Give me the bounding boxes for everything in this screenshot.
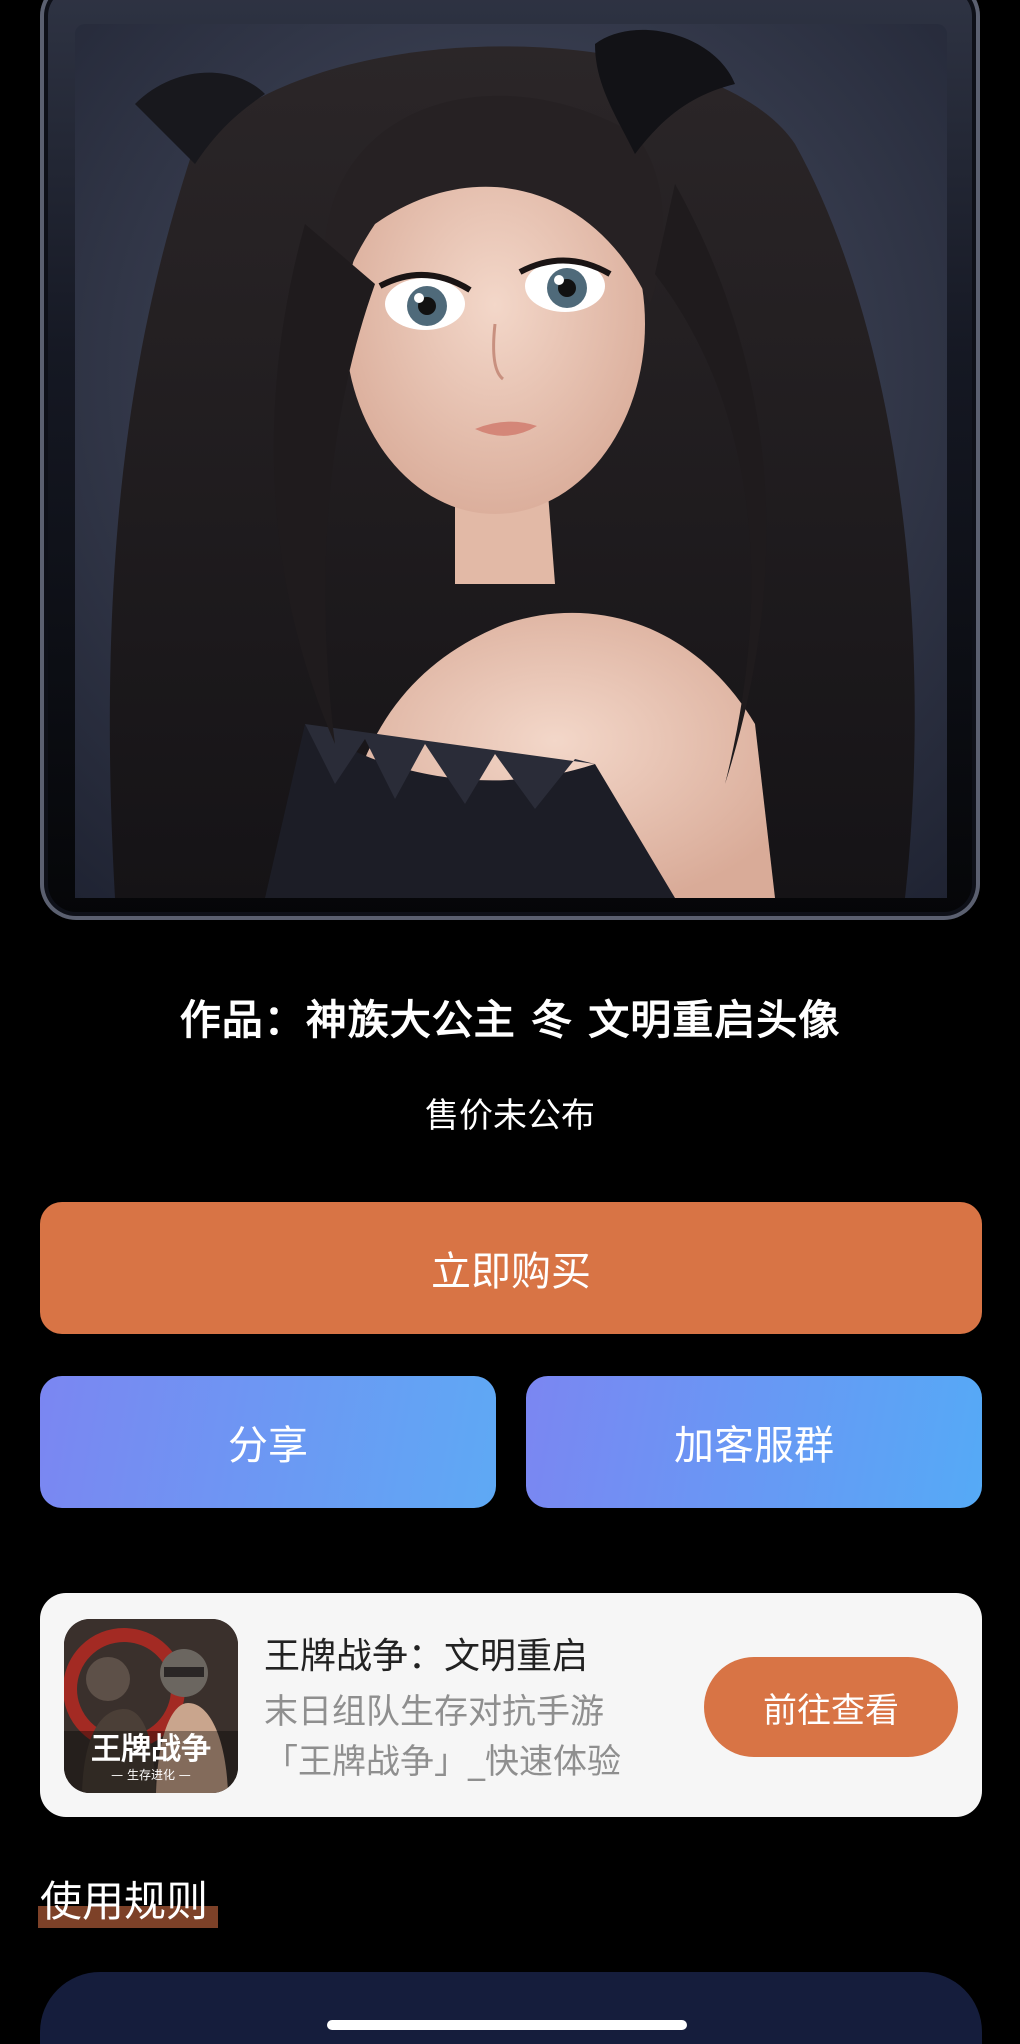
game-icon-sub-text: — 生存进化 —: [111, 1768, 191, 1782]
rules-heading: 使用规则: [40, 1877, 209, 1926]
game-promo-card[interactable]: 王牌战争 — 生存进化 — 王牌战争：文明重启 末日组队生存对抗手游「王牌战争」…: [40, 1593, 982, 1817]
game-name: 王牌战争：文明重启: [264, 1636, 589, 1677]
price-label: 售价未公布: [425, 1096, 595, 1136]
artwork-title: 作品：神族大公主 冬 文明重启头像: [179, 996, 841, 1044]
buy-now-button[interactable]: 立即购买: [40, 1202, 982, 1334]
rules-panel: [40, 1972, 982, 2044]
home-indicator[interactable]: [327, 2020, 687, 2030]
game-icon-logo-text: 王牌战争: [91, 1732, 211, 1767]
artwork-image[interactable]: [75, 24, 947, 898]
game-description: 末日组队生存对抗手游「王牌战争」_快速体验: [264, 1692, 621, 1782]
share-button[interactable]: 分享: [40, 1376, 496, 1508]
go-view-button[interactable]: 前往查看: [704, 1657, 958, 1757]
join-support-group-button[interactable]: 加客服群: [526, 1376, 982, 1508]
game-app-icon[interactable]: 王牌战争 — 生存进化 —: [64, 1619, 238, 1793]
collectible-detail-page: 作品：神族大公主 冬 文明重启头像 售价未公布 立即购买 分享 加客服群 王牌战…: [0, 0, 1020, 2044]
